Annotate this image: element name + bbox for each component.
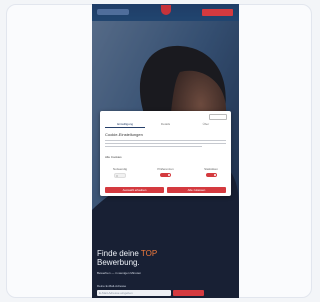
hero-subline: Bewerben — in wenigen Minuten xyxy=(97,271,142,275)
header-cta-button[interactable] xyxy=(202,9,233,16)
headline-prefix: Finde deine xyxy=(97,249,139,258)
cookie-consent-dialog: Einwilligung Details Über Cookie-Einstel… xyxy=(100,111,231,196)
hero-headline: Finde deine TOP Bewerbung. xyxy=(97,249,217,267)
headline-accent: TOP xyxy=(140,249,158,258)
toggle-group-necessary: Notwendig xyxy=(105,167,135,181)
text-line xyxy=(105,140,226,141)
cookie-toggles: Notwendig Präferenzen Statistiken xyxy=(105,167,226,181)
toggle-group-statistics: Statistiken xyxy=(196,167,226,181)
tab-details[interactable]: Details xyxy=(145,120,185,128)
email-label: Deine E-Mail-Adresse xyxy=(97,284,127,288)
cookie-tabs: Einwilligung Details Über xyxy=(105,120,226,128)
toggle-group-preferences: Präferenzen xyxy=(151,167,181,181)
tab-about[interactable]: Über xyxy=(186,120,226,128)
cookie-title: Cookie-Einstellungen xyxy=(105,132,143,137)
mobile-screenshot: Einwilligung Details Über Cookie-Einstel… xyxy=(92,4,239,298)
toggle-label: Notwendig xyxy=(112,167,128,171)
toggle-statistics[interactable] xyxy=(205,173,217,177)
cookie-actions: Auswahl erlauben Alle zulassen xyxy=(105,187,226,193)
toggle-necessary[interactable] xyxy=(114,173,126,178)
text-line xyxy=(105,146,202,147)
tab-consent[interactable]: Einwilligung xyxy=(105,120,146,128)
email-input[interactable]: E-Mail-Adresse eingeben xyxy=(97,290,171,296)
site-header xyxy=(92,4,239,21)
toggle-label: Statistiken xyxy=(204,167,218,171)
toggle-label: Präferenzen xyxy=(157,167,174,171)
toggle-preferences[interactable] xyxy=(160,173,171,177)
cookie-description xyxy=(105,138,226,149)
brand-logo[interactable] xyxy=(97,9,129,15)
headline-suffix: Bewerbung. xyxy=(97,258,140,267)
allow-selection-button[interactable]: Auswahl erlauben xyxy=(105,187,164,193)
text-line xyxy=(105,143,226,144)
allow-all-button[interactable]: Alle zulassen xyxy=(167,187,226,193)
email-submit-button[interactable] xyxy=(173,290,204,296)
brand-badge xyxy=(161,5,171,15)
cookie-section-label: Alle Cookies xyxy=(105,155,122,159)
